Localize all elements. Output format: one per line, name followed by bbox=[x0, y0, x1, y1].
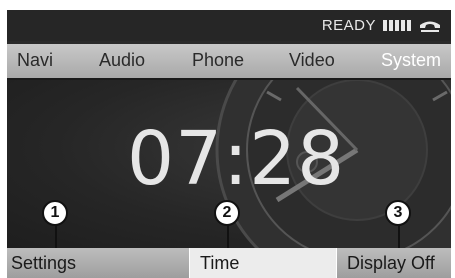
phone-handset-icon bbox=[420, 21, 440, 32]
current-time: 07:28 bbox=[127, 116, 346, 202]
menu-item-audio[interactable]: Audio bbox=[99, 50, 145, 71]
menu-item-video[interactable]: Video bbox=[289, 50, 335, 71]
settings-button[interactable]: Settings bbox=[7, 248, 187, 278]
callout-leader-1 bbox=[55, 223, 57, 248]
callout-3: 3 bbox=[385, 200, 411, 226]
ready-status: READY bbox=[321, 17, 376, 34]
signal-strength-icon bbox=[383, 20, 411, 31]
menu-item-navi[interactable]: Navi bbox=[17, 50, 53, 71]
callout-2: 2 bbox=[214, 200, 240, 226]
callout-leader-2 bbox=[227, 223, 229, 248]
menu-item-system[interactable]: System bbox=[381, 50, 441, 71]
status-bar: READY bbox=[7, 10, 451, 41]
callout-1: 1 bbox=[42, 200, 68, 226]
display-off-button[interactable]: Display Off bbox=[339, 248, 451, 278]
main-menu-bar: Navi Audio Phone Video System bbox=[7, 44, 451, 78]
menu-item-phone[interactable]: Phone bbox=[192, 50, 244, 71]
time-button[interactable]: Time bbox=[189, 248, 337, 278]
head-unit-screen: READY Navi Audio Phone Video System 07:2… bbox=[7, 10, 451, 278]
callout-leader-3 bbox=[398, 223, 400, 248]
